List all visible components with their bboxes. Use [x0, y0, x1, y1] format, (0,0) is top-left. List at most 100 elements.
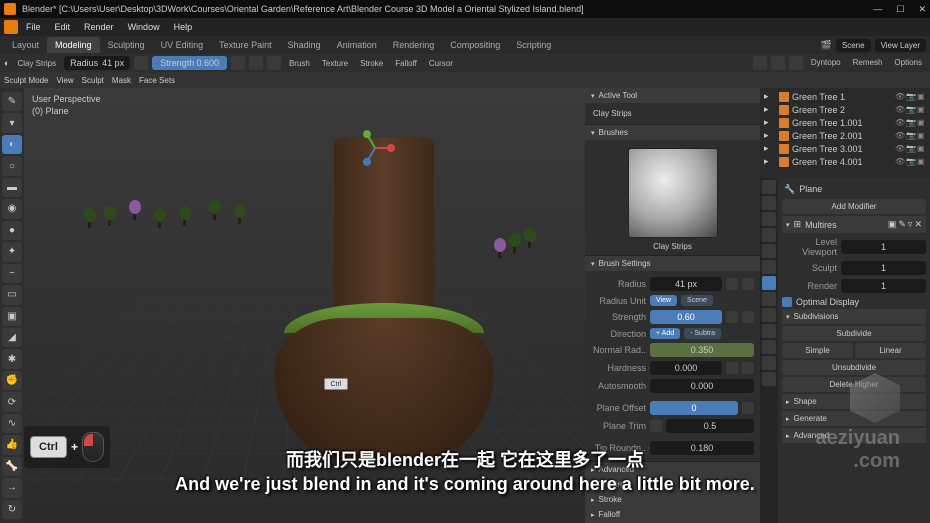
unsubdivide-button[interactable]: Unsubdivide	[782, 360, 926, 375]
pressure-icon[interactable]	[726, 278, 738, 290]
tab-uv[interactable]: UV Editing	[153, 37, 212, 53]
scrape-tool[interactable]: ◢	[2, 328, 22, 347]
subdivide-button[interactable]: Subdivide	[782, 326, 926, 341]
fill-tool[interactable]: ▣	[2, 307, 22, 326]
sym-z-icon[interactable]	[789, 56, 803, 70]
plane-offset-value[interactable]: 0	[650, 401, 738, 415]
cage-icon[interactable]: ▿	[908, 219, 913, 230]
active-tool-header[interactable]: Active Tool	[585, 88, 760, 103]
view-menu[interactable]: View	[56, 76, 73, 85]
inflate-tool[interactable]: ◉	[2, 199, 22, 218]
constraint-props-tab[interactable]	[762, 324, 776, 338]
tab-shading[interactable]: Shading	[280, 37, 329, 53]
stroke-header[interactable]: Stroke	[585, 492, 760, 507]
link-icon[interactable]	[742, 362, 754, 374]
tab-sculpting[interactable]: Sculpting	[100, 37, 153, 53]
subdivisions-header[interactable]: Subdivisions	[782, 309, 926, 324]
blender-icon[interactable]	[4, 20, 18, 34]
tab-animation[interactable]: Animation	[329, 37, 385, 53]
tab-texture-paint[interactable]: Texture Paint	[211, 37, 280, 53]
sculpt-menu[interactable]: Sculpt	[82, 76, 104, 85]
clay-strips-tool[interactable]: ◐	[2, 135, 22, 154]
remesh-menu[interactable]: Remesh	[849, 56, 887, 70]
tab-rendering[interactable]: Rendering	[385, 37, 443, 53]
plane-trim-value[interactable]: 0.5	[666, 419, 754, 433]
outliner-item[interactable]: ▸Green Tree 3.001👁📷▣	[762, 142, 928, 155]
unit-view-button[interactable]: View	[650, 295, 677, 306]
unit-scene-button[interactable]: Scene	[681, 295, 713, 306]
strength-value[interactable]: 0.60	[650, 310, 722, 324]
texture-props-tab[interactable]	[762, 372, 776, 386]
elastic-tool[interactable]: ⟳	[2, 392, 22, 411]
modifier-props-tab[interactable]	[762, 276, 776, 290]
thumb-tool[interactable]: 👍	[2, 435, 22, 454]
curve-icon[interactable]	[726, 362, 738, 374]
rotate-tool[interactable]: ↻	[2, 500, 22, 519]
hardness-value[interactable]: 0.000	[650, 361, 722, 375]
viewlayer-selector[interactable]: View Layer	[875, 39, 926, 52]
close-icon[interactable]: ✕	[918, 4, 926, 15]
level-sculpt-value[interactable]: 1	[841, 261, 926, 275]
shape-header[interactable]: Shape	[782, 394, 926, 409]
generate-header[interactable]: Generate	[782, 411, 926, 426]
output-props-tab[interactable]	[762, 196, 776, 210]
mask-menu[interactable]: Mask	[112, 76, 131, 85]
tab-scripting[interactable]: Scripting	[508, 37, 559, 53]
grab-tool[interactable]: ✊	[2, 371, 22, 390]
maximize-icon[interactable]: ☐	[896, 4, 904, 15]
level-viewport-value[interactable]: 1	[841, 240, 926, 254]
draw-sharp-tool[interactable]: ▾	[2, 113, 22, 132]
particle-props-tab[interactable]	[762, 292, 776, 306]
delete-higher-button[interactable]: Delete Higher	[782, 377, 926, 392]
layer-tool[interactable]: ▬	[2, 178, 22, 197]
draw-tool[interactable]: ✎	[2, 92, 22, 111]
menu-render[interactable]: Render	[78, 20, 120, 34]
brush-preview[interactable]	[628, 148, 718, 238]
outliner-item[interactable]: ▸Green Tree 1👁📷▣	[762, 90, 928, 103]
view-props-tab[interactable]	[762, 212, 776, 226]
clay-tool[interactable]: ○	[2, 156, 22, 175]
cursor-menu[interactable]: Cursor	[425, 57, 457, 70]
menu-edit[interactable]: Edit	[49, 20, 77, 34]
snake-tool[interactable]: ∿	[2, 414, 22, 433]
multires-header[interactable]: ⊞Multires▣✎▿✕	[782, 216, 926, 233]
direction-add-icon[interactable]	[249, 56, 263, 70]
checkbox-icon[interactable]	[650, 420, 662, 432]
tab-modeling[interactable]: Modeling	[47, 37, 100, 53]
nav-gizmo[interactable]	[355, 128, 395, 168]
tab-layout[interactable]: Layout	[4, 37, 47, 53]
tip-roundness-value[interactable]: 0.180	[650, 441, 754, 455]
stroke-menu[interactable]: Stroke	[356, 57, 387, 70]
brush-settings-header[interactable]: Brush Settings	[585, 256, 760, 271]
minimize-icon[interactable]: —	[873, 4, 882, 15]
mode-selector[interactable]: Sculpt Mode	[4, 76, 48, 85]
pinch-tool[interactable]: ✱	[2, 349, 22, 368]
tab-compositing[interactable]: Compositing	[442, 37, 508, 53]
crease-tool[interactable]: ✦	[2, 242, 22, 261]
render-props-tab[interactable]	[762, 180, 776, 194]
direction-sub-icon[interactable]	[267, 56, 281, 70]
sym-x-icon[interactable]	[753, 56, 767, 70]
brush-name[interactable]: Clay Strips	[13, 57, 60, 70]
link-icon[interactable]	[742, 278, 754, 290]
simple-button[interactable]: Simple	[782, 343, 853, 358]
advanced-header[interactable]: Advanced	[585, 462, 760, 477]
advanced-header[interactable]: Advanced	[782, 428, 926, 443]
outliner-item[interactable]: ▸Green Tree 4.001👁📷▣	[762, 155, 928, 168]
strength-field[interactable]: Strength 0.600	[152, 56, 227, 70]
linear-button[interactable]: Linear	[855, 343, 926, 358]
outliner-item[interactable]: ▸Green Tree 2.001👁📷▣	[762, 129, 928, 142]
data-props-tab[interactable]	[762, 340, 776, 354]
falloff-menu[interactable]: Falloff	[391, 57, 421, 70]
outliner-item[interactable]: ▸Green Tree 1.001👁📷▣	[762, 116, 928, 129]
brush-selector-name[interactable]: Clay Strips	[591, 242, 754, 251]
texture-header[interactable]: Texture	[585, 477, 760, 492]
breadcrumb-plane[interactable]: Plane	[799, 184, 822, 195]
pose-tool[interactable]: 🦴	[2, 457, 22, 476]
pressure-strength-icon[interactable]	[231, 56, 245, 70]
facesets-menu[interactable]: Face Sets	[139, 76, 175, 85]
options-menu[interactable]: Options	[890, 56, 926, 70]
display-icon[interactable]: ▣	[888, 219, 897, 230]
pressure-radius-icon[interactable]	[134, 56, 148, 70]
optimal-display-checkbox[interactable]: Optimal Display	[782, 295, 926, 309]
